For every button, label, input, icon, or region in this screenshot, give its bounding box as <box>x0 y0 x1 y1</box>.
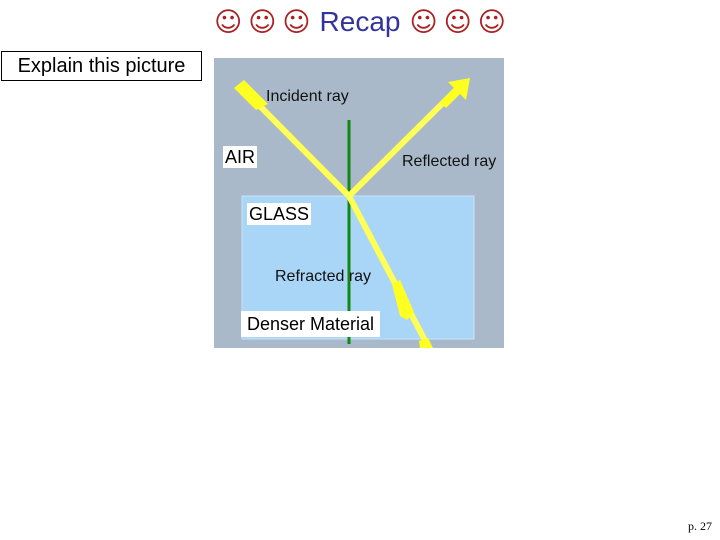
smiley-icon: ☺ <box>282 7 311 38</box>
slide-title: ☺ ☺ ☺ Recap ☺ ☺ ☺ <box>0 2 720 43</box>
air-label: AIR <box>223 146 258 168</box>
denser-material-label: Denser Material <box>241 311 381 337</box>
smiley-icon: ☺ <box>248 7 277 38</box>
page-number: p. 27 <box>688 519 712 533</box>
title-text: Recap <box>319 6 401 37</box>
smiley-icon: ☺ <box>443 7 472 38</box>
smiley-icon: ☺ <box>214 7 243 38</box>
glass-label: GLASS <box>247 203 312 225</box>
smiley-icon: ☺ <box>409 7 438 38</box>
refracted-ray-label: Refracted ray <box>275 268 371 285</box>
reflected-ray-label: Reflected ray <box>402 153 496 170</box>
incident-ray-label: Incident ray <box>266 88 349 105</box>
smiley-icon: ☺ <box>477 7 506 38</box>
explain-prompt-box: Explain this picture <box>1 51 202 81</box>
